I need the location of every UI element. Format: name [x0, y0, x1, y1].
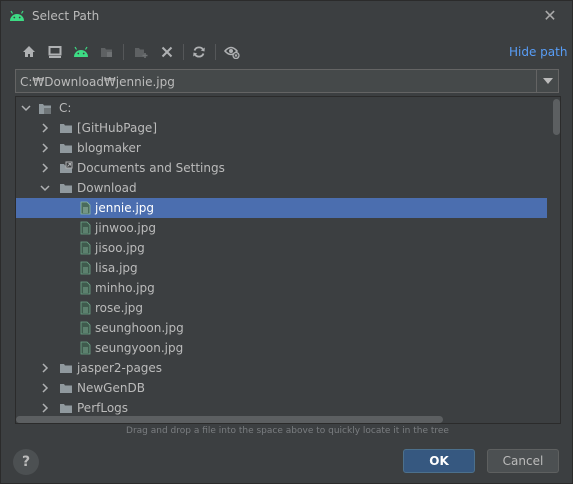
toolbar-separator: [183, 44, 184, 60]
tree-folder[interactable]: jasper2-pages: [16, 358, 547, 378]
image-file-icon: [80, 341, 91, 355]
file-tree[interactable]: C: [GitHubPage] blogmaker Documents and …: [15, 96, 561, 424]
chevron-down-icon[interactable]: [20, 102, 32, 114]
image-file-icon: [80, 201, 91, 215]
tree-node-label: [GitHubPage]: [77, 121, 157, 135]
chevron-down-icon[interactable]: [39, 182, 51, 194]
tree-node-root[interactable]: C:: [16, 98, 547, 118]
path-input[interactable]: [20, 73, 532, 90]
tree-file[interactable]: minho.jpg: [16, 278, 547, 298]
drive-icon: [39, 104, 51, 114]
chevron-right-icon[interactable]: [39, 122, 51, 134]
folder-icon: [60, 404, 72, 413]
close-icon[interactable]: ✕: [540, 7, 560, 27]
tree-file[interactable]: rose.jpg: [16, 298, 547, 318]
tree-node-label: C:: [59, 101, 72, 115]
image-file-icon: [80, 241, 91, 255]
tree-folder[interactable]: blogmaker: [16, 138, 547, 158]
hide-path-link[interactable]: Hide path: [509, 45, 567, 59]
tree-node-label: PerfLogs: [77, 401, 129, 415]
tree-node-label: jisoo.jpg: [95, 241, 145, 255]
tree-folder[interactable]: NewGenDB: [16, 378, 547, 398]
home-icon[interactable]: [18, 41, 40, 63]
image-file-icon: [80, 321, 91, 335]
chevron-right-icon[interactable]: [39, 162, 51, 174]
android-project-icon[interactable]: [70, 41, 92, 63]
tree-folder[interactable]: Documents and Settings: [16, 158, 547, 178]
tree-folder[interactable]: [GitHubPage]: [16, 118, 547, 138]
folder-icon: [60, 364, 72, 373]
tree-file[interactable]: lisa.jpg: [16, 258, 547, 278]
tree-node-label: jasper2-pages: [77, 361, 163, 375]
toolbar: Hide path: [15, 41, 567, 63]
tree-folder[interactable]: Download: [16, 178, 547, 198]
tree-node-label: Documents and Settings: [77, 161, 225, 175]
delete-icon[interactable]: [156, 41, 178, 63]
tree-node-label: seunghoon.jpg: [95, 321, 184, 335]
chevron-right-icon[interactable]: [39, 402, 51, 414]
module-icon[interactable]: [96, 41, 118, 63]
tree-node-label: jennie.jpg: [95, 201, 155, 215]
horizontal-scrollbar[interactable]: [16, 416, 443, 423]
folder-link-icon: [60, 161, 73, 173]
tree-file[interactable]: seunghoon.jpg: [16, 318, 547, 338]
tree-file-selected[interactable]: jennie.jpg: [16, 198, 547, 218]
image-file-icon: [80, 221, 91, 235]
tree-node-label: NewGenDB: [77, 381, 145, 395]
chevron-down-icon: [542, 78, 553, 84]
chevron-right-icon[interactable]: [39, 382, 51, 394]
image-file-icon: [80, 261, 91, 275]
title-bar: Select Path ✕: [1, 1, 572, 33]
chevron-right-icon[interactable]: [39, 142, 51, 154]
desktop-icon[interactable]: [44, 41, 66, 63]
dialog-title: Select Path: [32, 9, 100, 23]
tree-node-label: blogmaker: [77, 141, 141, 155]
drag-drop-hint: Drag and drop a file into the space abov…: [126, 426, 449, 436]
folder-icon: [60, 144, 72, 153]
tree-node-label: minho.jpg: [95, 281, 155, 295]
tree-node-label: seungyoon.jpg: [95, 341, 184, 355]
tree-folder[interactable]: PerfLogs: [16, 398, 547, 418]
android-icon: [10, 10, 24, 21]
tree-file[interactable]: jinwoo.jpg: [16, 218, 547, 238]
vertical-scrollbar[interactable]: [553, 99, 560, 135]
select-path-dialog: Select Path ✕ Hide path C:₩Download₩jenn…: [0, 0, 573, 484]
tree-node-label: lisa.jpg: [95, 261, 138, 275]
ok-button[interactable]: OK: [403, 449, 475, 473]
show-hidden-icon[interactable]: [221, 41, 243, 63]
toolbar-separator: [215, 44, 216, 60]
tree-node-label: jinwoo.jpg: [95, 221, 156, 235]
tree-file[interactable]: jisoo.jpg: [16, 238, 547, 258]
tree-node-label: rose.jpg: [95, 301, 144, 315]
tree-file[interactable]: seungyoon.jpg: [16, 338, 547, 358]
folder-icon: [60, 384, 72, 393]
refresh-icon[interactable]: [188, 41, 210, 63]
path-dropdown-button[interactable]: [536, 70, 558, 92]
image-file-icon: [80, 281, 91, 295]
help-button[interactable]: ?: [13, 449, 39, 475]
folder-icon: [60, 124, 72, 133]
toolbar-separator: [123, 44, 124, 60]
chevron-right-icon[interactable]: [39, 362, 51, 374]
new-folder-icon[interactable]: [130, 41, 152, 63]
image-file-icon: [80, 301, 91, 315]
tree-node-label: Download: [77, 181, 137, 195]
folder-icon: [60, 184, 72, 193]
path-combobox[interactable]: [15, 69, 559, 93]
cancel-button[interactable]: Cancel: [487, 449, 559, 473]
